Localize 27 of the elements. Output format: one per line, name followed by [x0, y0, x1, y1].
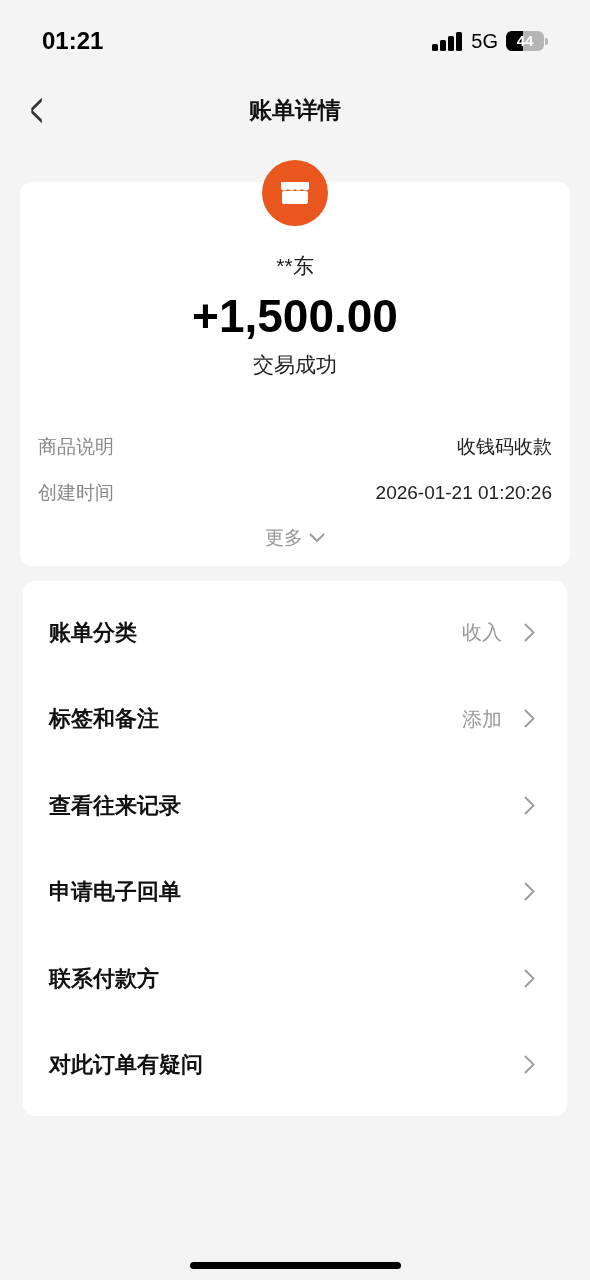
chevron-right-icon: [524, 622, 535, 642]
chevron-right-icon: [524, 882, 535, 902]
status-time: 01:21: [42, 26, 104, 56]
menu-item[interactable]: 联系付款方: [23, 935, 567, 1022]
chevron-right-icon: [524, 795, 535, 815]
page-title: 账单详情: [249, 95, 341, 125]
detail-value: 2026-01-21 01:20:26: [375, 481, 552, 505]
chevron-right-icon: [524, 709, 535, 729]
menu-item[interactable]: 标签和备注 添加: [23, 675, 567, 762]
menu-item-value: 添加: [462, 706, 502, 732]
network-label: 5G: [471, 29, 498, 54]
menu-item[interactable]: 申请电子回单: [23, 848, 567, 935]
amount: +1,500.00: [192, 288, 398, 344]
signal-icon: [432, 31, 464, 51]
chevron-down-icon: [309, 532, 325, 543]
detail-label: 商品说明: [38, 434, 114, 459]
chevron-right-icon: [524, 968, 535, 988]
menu-item[interactable]: 对此订单有疑问: [23, 1021, 567, 1108]
menu-item[interactable]: 账单分类 收入: [23, 589, 567, 676]
menu-item[interactable]: 查看往来记录: [23, 762, 567, 849]
chevron-right-icon: [524, 1055, 535, 1075]
status-text: 交易成功: [253, 352, 337, 378]
payer-name: **东: [276, 253, 314, 279]
detail-value: 收钱码收款: [457, 434, 552, 459]
menu-item-value: 收入: [462, 620, 502, 646]
back-button[interactable]: <: [30, 84, 43, 136]
detail-label: 创建时间: [38, 481, 114, 505]
